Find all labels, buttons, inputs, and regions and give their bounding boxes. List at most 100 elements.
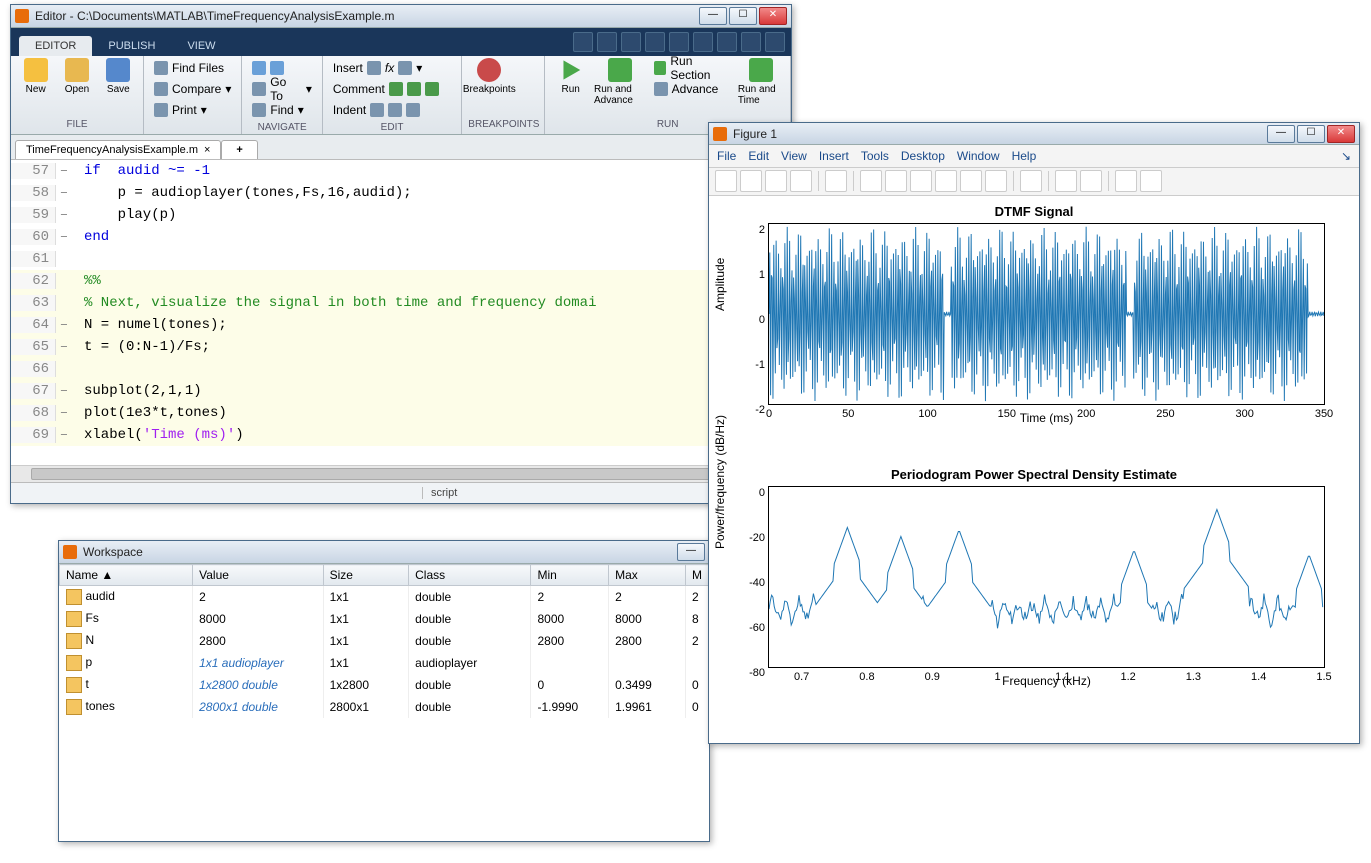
menu-edit[interactable]: Edit <box>748 149 769 163</box>
advance-button[interactable]: Advance <box>650 79 734 99</box>
col-min[interactable]: Min <box>531 565 609 586</box>
col-m[interactable]: M <box>686 565 709 586</box>
qa-icon[interactable] <box>669 32 689 52</box>
file-tab[interactable]: TimeFrequencyAnalysisExample.m× <box>15 140 221 159</box>
subplot-1: DTMF Signal Amplitude -2-101205010015020… <box>713 204 1355 459</box>
pan-icon[interactable] <box>910 170 932 192</box>
figure-title: Figure 1 <box>733 127 1267 141</box>
close-button[interactable]: ✕ <box>1327 125 1355 143</box>
dropdown-icon[interactable] <box>765 32 785 52</box>
workspace-title: Workspace <box>83 545 677 559</box>
datatip-icon[interactable] <box>960 170 982 192</box>
workspace-titlebar[interactable]: Workspace — <box>59 541 709 564</box>
status-type: script <box>422 487 743 499</box>
table-row[interactable]: p1x1 audioplayer1x1audioplayer <box>60 652 709 674</box>
goto-button[interactable]: Go To ▾ <box>248 79 315 99</box>
run-button[interactable]: Run <box>551 58 590 95</box>
save-icon[interactable] <box>765 170 787 192</box>
zoom-out-icon[interactable] <box>885 170 907 192</box>
dock-icon[interactable]: ↘ <box>1341 149 1351 163</box>
hide-plot-icon[interactable] <box>1115 170 1137 192</box>
pointer-icon[interactable] <box>825 170 847 192</box>
find-files-button[interactable]: Find Files <box>150 58 235 78</box>
ribbon-tabs: EDITOR PUBLISH VIEW <box>11 28 791 56</box>
indent-button[interactable]: Indent <box>329 100 443 120</box>
brush-icon[interactable] <box>985 170 1007 192</box>
editor-title: Editor - C:\Documents\MATLAB\TimeFrequen… <box>35 9 699 23</box>
compare-button[interactable]: Compare ▾ <box>150 79 235 99</box>
plot2-ylabel: Power/frequency (dB/Hz) <box>713 415 727 549</box>
table-row[interactable]: audid21x1double222 <box>60 586 709 609</box>
qa-icon[interactable] <box>717 32 737 52</box>
menu-view[interactable]: View <box>781 149 807 163</box>
qa-icon[interactable] <box>621 32 641 52</box>
maximize-button[interactable]: ☐ <box>1297 125 1325 143</box>
group-edit: EDIT <box>329 120 455 135</box>
new-figure-icon[interactable] <box>715 170 737 192</box>
qa-icon[interactable] <box>597 32 617 52</box>
tab-editor[interactable]: EDITOR <box>19 36 92 56</box>
comment-button[interactable]: Comment <box>329 79 443 99</box>
figure-axes-area: DTMF Signal Amplitude -2-101205010015020… <box>709 196 1359 743</box>
table-row[interactable]: Fs80001x1double800080008 <box>60 608 709 630</box>
print-icon[interactable] <box>790 170 812 192</box>
col-name[interactable]: Name ▲ <box>60 565 193 586</box>
minimize-button[interactable]: — <box>677 543 705 561</box>
tab-publish[interactable]: PUBLISH <box>92 36 171 56</box>
qa-icon[interactable] <box>693 32 713 52</box>
editor-titlebar[interactable]: Editor - C:\Documents\MATLAB\TimeFrequen… <box>11 5 791 28</box>
figure-menubar: File Edit View Insert Tools Desktop Wind… <box>709 145 1359 167</box>
col-value[interactable]: Value <box>193 565 324 586</box>
new-tab-button[interactable]: + <box>221 140 257 159</box>
run-section-button[interactable]: Run Section <box>650 58 734 78</box>
run-time-button[interactable]: Run and Time <box>738 58 784 106</box>
minimize-button[interactable]: — <box>1267 125 1295 143</box>
colorbar-icon[interactable] <box>1055 170 1077 192</box>
plot1-title: DTMF Signal <box>713 204 1355 219</box>
rotate-icon[interactable] <box>935 170 957 192</box>
qa-icon[interactable] <box>573 32 593 52</box>
help-icon[interactable] <box>741 32 761 52</box>
legend-icon[interactable] <box>1080 170 1102 192</box>
group-file: FILE <box>17 117 137 132</box>
menu-insert[interactable]: Insert <box>819 149 849 163</box>
new-button[interactable]: New <box>17 58 54 95</box>
close-tab-icon[interactable]: × <box>204 144 210 156</box>
tab-view[interactable]: VIEW <box>171 36 231 56</box>
figure-toolbar <box>709 168 1359 196</box>
show-plot-icon[interactable] <box>1140 170 1162 192</box>
find-button[interactable]: Find ▾ <box>248 100 315 120</box>
menu-tools[interactable]: Tools <box>861 149 889 163</box>
maximize-button[interactable]: ☐ <box>729 7 757 25</box>
minimize-button[interactable]: — <box>699 7 727 25</box>
breakpoints-button[interactable]: Breakpoints <box>468 58 510 95</box>
horizontal-scrollbar[interactable] <box>11 465 791 482</box>
zoom-in-icon[interactable] <box>860 170 882 192</box>
plot2-axes[interactable]: -80-60-40-2000.70.80.911.11.21.31.41.5 <box>768 486 1325 668</box>
menu-window[interactable]: Window <box>957 149 1000 163</box>
open-icon[interactable] <box>740 170 762 192</box>
qa-icon[interactable] <box>645 32 665 52</box>
col-class[interactable]: Class <box>409 565 531 586</box>
run-advance-button[interactable]: Run and Advance <box>594 58 646 106</box>
plot1-axes[interactable]: -2-1012050100150200250300350 <box>768 223 1325 405</box>
plot1-ylabel: Amplitude <box>713 258 727 311</box>
figure-titlebar[interactable]: Figure 1 — ☐ ✕ <box>709 123 1359 145</box>
code-editor[interactable]: 57–if audid ~= -158– p = audioplayer(ton… <box>11 160 791 465</box>
workspace-table[interactable]: Name ▲ Value Size Class Min Max M audid2… <box>59 564 709 718</box>
insert-button[interactable]: Insert fx ▾ <box>329 58 443 78</box>
col-size[interactable]: Size <box>323 565 409 586</box>
link-icon[interactable] <box>1020 170 1042 192</box>
table-row[interactable]: N28001x1double280028002 <box>60 630 709 652</box>
print-button[interactable]: Print ▾ <box>150 100 235 120</box>
file-tabs: TimeFrequencyAnalysisExample.m× + <box>11 135 791 160</box>
menu-file[interactable]: File <box>717 149 736 163</box>
open-button[interactable]: Open <box>58 58 95 95</box>
menu-help[interactable]: Help <box>1012 149 1037 163</box>
menu-desktop[interactable]: Desktop <box>901 149 945 163</box>
col-max[interactable]: Max <box>609 565 686 586</box>
table-row[interactable]: t1x2800 double1x2800double00.34990 <box>60 674 709 696</box>
table-row[interactable]: tones2800x1 double2800x1double-1.99901.9… <box>60 696 709 718</box>
close-button[interactable]: ✕ <box>759 7 787 25</box>
save-button[interactable]: Save <box>100 58 137 95</box>
